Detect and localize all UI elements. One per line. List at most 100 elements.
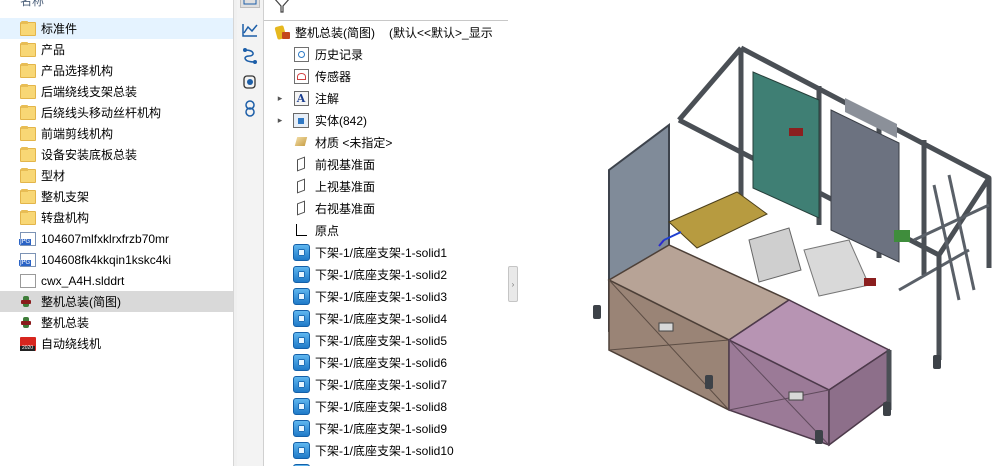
list-item[interactable]: 自动绕线机 [0,333,233,354]
tree-node-body[interactable]: 下架-1/底座支架-1-solid6 [292,351,447,373]
list-item[interactable]: cwx_A4H.slddrt [0,270,233,291]
list-item-label: 104608fk4kkqin1kskc4ki [41,252,172,267]
tree-node-body[interactable]: 下架-1/底座支架-1-solid9 [292,417,447,439]
configuration-manager-icon[interactable] [240,46,260,66]
feature-manager-icon[interactable] [240,0,260,8]
tree-node-body[interactable]: 下架-1/底座支架-1-solid8 [292,395,447,417]
tree-node-body[interactable]: 下架-1/底座支架-1-solid1 [292,241,447,263]
list-item[interactable]: 产品 [0,39,233,60]
tree-node-body[interactable]: 下架-1/底座支架-1-solid4 [292,307,447,329]
tree-node-label: 下架-1/底座支架-1-solid3 [315,289,448,304]
list-item-label: 前端剪线机构 [41,127,114,141]
list-item-label: 转盘机构 [41,211,90,225]
history-icon [292,45,310,63]
tree-node-history[interactable]: 历史记录 [292,43,363,65]
tree-node-label: 下架-1/底座支架-1-solid6 [315,355,448,370]
tree-node-label: 前视基准面 [315,157,376,172]
list-item[interactable]: 后绕线头移动丝杆机构 [0,102,233,123]
folder-icon [20,42,36,57]
tree-root-config: (默认<<默认>_显示 [389,25,493,40]
tree-node-right-plane[interactable]: 右视基准面 [292,197,375,219]
tree-node-body[interactable] [292,461,315,466]
list-item[interactable]: 标准件 [0,18,233,39]
plane-icon [292,155,310,173]
list-item-label: 设备安装底板总装 [41,148,138,162]
tree-node-label: 历史记录 [315,47,364,62]
tree-node-solid-bodies[interactable]: ▸ 实体(842) [278,109,368,131]
tree-node-label: 下架-1/底座支架-1-solid5 [315,333,448,348]
body-icon [292,243,310,261]
list-item-label: 104607mlfxklrxfrzb70mr [41,231,170,246]
folder-icon [20,105,36,120]
tree-node-material[interactable]: 材质 <未指定> [292,131,392,153]
feature-manager-tree: 整机总装(简图) (默认<<默认>_显示 历史记录 传感器 ▸ A 注解 ▸ 实… [264,0,508,466]
tree-node-label: 下架-1/底座支架-1-solid4 [315,311,448,326]
tree-node-label: 原点 [315,223,340,238]
list-item[interactable]: 前端剪线机构 [0,123,233,144]
tree-node-front-plane[interactable]: 前视基准面 [292,153,375,175]
list-item[interactable]: 型材 [0,165,233,186]
tree-node-label: 材质 <未指定> [315,135,393,150]
tree-node-label: 上视基准面 [315,179,376,194]
panel-collapse-handle[interactable]: › [508,266,518,302]
name-column-header[interactable]: 名称 [20,0,44,9]
tree-node-sensors[interactable]: 传感器 [292,65,351,87]
body-icon [292,331,310,349]
folder-icon [20,84,36,99]
body-icon [292,353,310,371]
tree-node-top-plane[interactable]: 上视基准面 [292,175,375,197]
list-item-label: cwx_A4H.slddrt [41,273,125,288]
expand-arrow-icon[interactable]: ▸ [274,93,286,104]
machine-assembly-model [593,45,992,447]
expand-arrow-icon[interactable]: ▸ [274,115,286,126]
list-item-label: 整机总装 [41,316,90,330]
body-icon [292,419,310,437]
display-manager-icon[interactable] [240,98,260,118]
tree-node-label: 下架-1/底座支架-1-solid9 [315,421,448,436]
list-item[interactable]: 转盘机构 [0,207,233,228]
list-item-label: 整机总装(简图) [41,295,121,309]
plane-icon [292,199,310,217]
list-item[interactable]: 后端绕线支架总装 [0,81,233,102]
assembly-root-icon [272,23,290,41]
manager-tab-strip [237,0,264,466]
folder-icon [20,210,36,225]
body-icon [292,375,310,393]
folder-icon [20,126,36,141]
tree-node-annotations[interactable]: ▸ A 注解 [278,87,339,109]
material-icon [292,133,310,151]
folder-icon [20,147,36,162]
body-icon [292,265,310,283]
folder-icon [20,63,36,78]
tree-node-label: 实体(842) [315,113,368,128]
list-item[interactable]: 整机总装 [0,312,233,333]
assembly-icon [20,316,36,330]
filter-icon[interactable] [272,0,294,16]
tree-node-label: 右视基准面 [315,201,376,216]
tree-node-label: 下架-1/底座支架-1-solid1 [315,245,448,260]
list-item[interactable]: 产品选择机构 [0,60,233,81]
tree-node-body[interactable]: 下架-1/底座支架-1-solid7 [292,373,447,395]
list-item[interactable]: 104607mlfxklrxfrzb70mr [0,228,233,249]
graphics-viewport[interactable] [519,0,1000,466]
dimxpert-icon[interactable] [240,72,260,92]
list-item-label: 自动绕线机 [41,337,102,351]
tree-node-body[interactable]: 下架-1/底座支架-1-solid10 [292,439,454,461]
list-item[interactable]: 104608fk4kkqin1kskc4ki [0,249,233,270]
list-item-label: 产品选择机构 [41,64,114,78]
list-item[interactable]: 整机总装(简图) [0,291,233,312]
list-item-label: 后绕线头移动丝杆机构 [41,106,162,120]
tree-root-label: 整机总装(简图) [295,25,375,40]
folder-icon [20,21,36,36]
jpg-file-icon [19,231,36,246]
tree-node-body[interactable]: 下架-1/底座支架-1-solid5 [292,329,447,351]
tree-node-body[interactable]: 下架-1/底座支架-1-solid2 [292,263,447,285]
property-manager-icon[interactable] [240,20,260,40]
tree-node-label: 传感器 [315,69,352,84]
list-item-label: 整机支架 [41,190,90,204]
list-item[interactable]: 整机支架 [0,186,233,207]
tree-node-origin[interactable]: 原点 [292,219,339,241]
tree-root[interactable]: 整机总装(简图) (默认<<默认>_显示 [272,21,493,43]
list-item[interactable]: 设备安装底板总装 [0,144,233,165]
tree-node-body[interactable]: 下架-1/底座支架-1-solid3 [292,285,447,307]
